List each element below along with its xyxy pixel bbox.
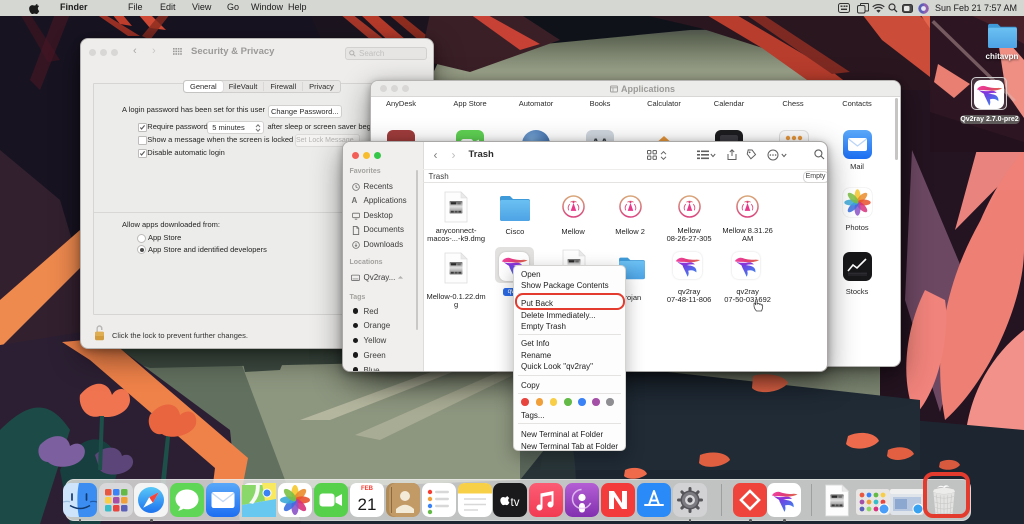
svg-text:21: 21 (357, 495, 376, 514)
svg-text:tv: tv (511, 497, 520, 509)
svg-text:FEB: FEB (361, 486, 374, 492)
